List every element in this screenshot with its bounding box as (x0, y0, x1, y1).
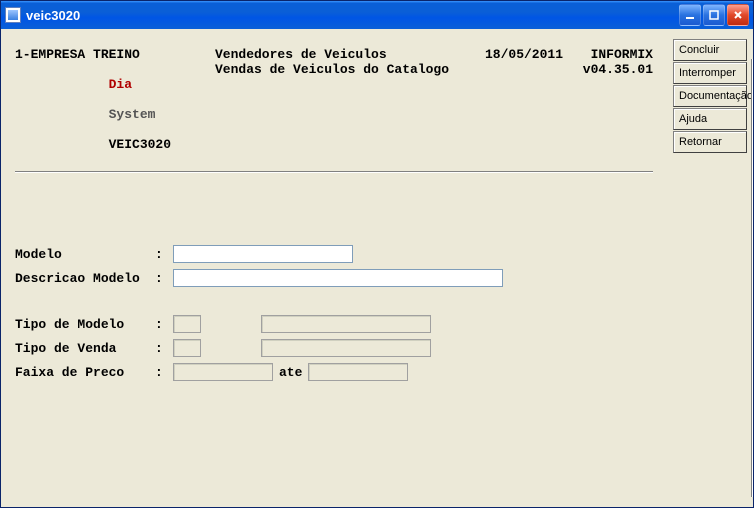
dia-label: Dia (109, 77, 132, 92)
main-area: 1-EMPRESA TREINO Vendedores de Veiculos … (1, 29, 667, 507)
window-controls (679, 4, 749, 26)
screen-title-1: Vendedores de Veiculos (215, 47, 463, 62)
tipo-venda-desc (261, 339, 431, 357)
client-area: 1-EMPRESA TREINO Vendedores de Veiculos … (1, 29, 753, 507)
window-title: veic3020 (26, 8, 679, 23)
preco-ate-input[interactable] (308, 363, 408, 381)
modelo-label: Modelo (15, 247, 155, 262)
close-button[interactable] (727, 4, 749, 26)
program-version: v04.35.01 (563, 62, 653, 167)
minimize-button[interactable] (679, 4, 701, 26)
tipo-modelo-code[interactable] (173, 315, 201, 333)
tipo-modelo-desc (261, 315, 431, 333)
system-label: System (109, 107, 156, 122)
form-area: Modelo : Descricao Modelo : Tipo de Mode… (15, 243, 653, 383)
ajuda-button[interactable]: Ajuda (673, 108, 747, 130)
app-window: veic3020 1-EMPRESA TREINO Vendedores de … (0, 0, 754, 508)
retornar-button[interactable]: Retornar (673, 131, 747, 153)
header-separator (15, 171, 653, 173)
interromper-button[interactable]: Interromper (673, 62, 747, 84)
titlebar: veic3020 (1, 1, 753, 29)
preco-de-input[interactable] (173, 363, 273, 381)
header-db: INFORMIX (563, 47, 653, 62)
app-icon (5, 7, 21, 23)
company-name: 1-EMPRESA TREINO (15, 47, 215, 62)
tipo-venda-label: Tipo de Venda (15, 341, 155, 356)
tipo-modelo-label: Tipo de Modelo (15, 317, 155, 332)
screen-title-2: Vendas de Veiculos do Catalogo (215, 62, 463, 167)
maximize-button[interactable] (703, 4, 725, 26)
program-name: VEIC3020 (109, 137, 171, 152)
concluir-button[interactable]: Concluir (673, 39, 747, 61)
program-header: 1-EMPRESA TREINO Vendedores de Veiculos … (15, 47, 653, 173)
close-icon (732, 9, 744, 21)
descricao-input[interactable] (173, 269, 503, 287)
side-panel: Concluir Interromper Documentação Ajuda … (667, 29, 753, 507)
vertical-separator (751, 59, 753, 497)
faixa-preco-label: Faixa de Preco (15, 365, 155, 380)
descricao-label: Descricao Modelo (15, 271, 155, 286)
minimize-icon (684, 9, 696, 21)
header-date: 18/05/2011 (463, 47, 563, 62)
documentacao-button[interactable]: Documentação (673, 85, 747, 107)
modelo-input[interactable] (173, 245, 353, 263)
ate-label: ate (279, 365, 302, 380)
tipo-venda-code[interactable] (173, 339, 201, 357)
maximize-icon (708, 9, 720, 21)
